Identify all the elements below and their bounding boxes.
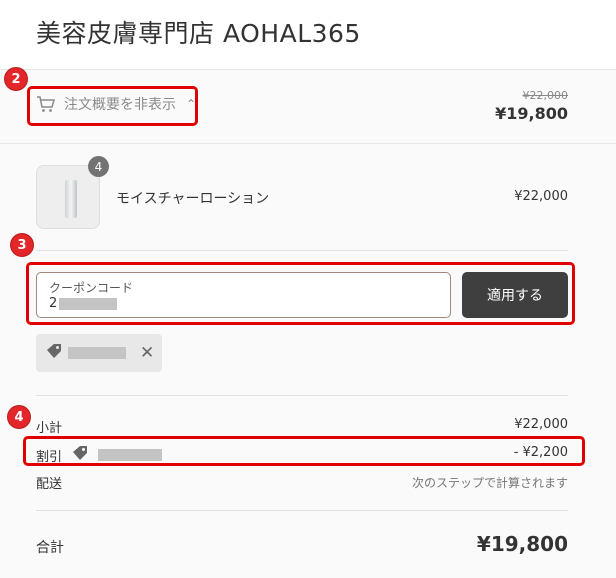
redacted-coupon-code: [68, 347, 126, 359]
divider: [36, 395, 568, 396]
store-title: 美容皮膚専門店 AOHAL365: [36, 19, 361, 48]
annotation-box-4: [23, 436, 585, 466]
quantity-badge: 4: [88, 156, 109, 177]
divider: [36, 250, 568, 251]
close-icon[interactable]: ✕: [140, 343, 154, 363]
total-label: 合計: [36, 540, 64, 556]
annotation-box-2: [27, 86, 198, 126]
divider: [36, 510, 568, 511]
total-value: ¥19,800: [476, 532, 568, 556]
product-name: モイスチャーローション: [116, 191, 270, 207]
original-price: ¥22,000: [522, 89, 569, 102]
annotation-box-3: [26, 262, 575, 325]
product-thumbnail: [36, 165, 100, 229]
shipping-value: 次のステップで計算されます: [411, 476, 568, 490]
product-price: ¥22,000: [514, 189, 568, 204]
annotation-badge-2: 2: [5, 68, 27, 90]
annotation-badge-3: 3: [11, 234, 33, 256]
shipping-label: 配送: [36, 477, 63, 492]
product-image: [65, 180, 77, 218]
tag-icon: [46, 343, 62, 363]
applied-coupon-tag: ✕: [36, 334, 162, 372]
store-header: 美容皮膚専門店 AOHAL365: [0, 0, 616, 70]
subtotal-label: 小計: [36, 421, 63, 436]
annotation-badge-4: 4: [8, 406, 30, 428]
subtotal-value: ¥22,000: [514, 417, 568, 432]
summary-total: ¥19,800: [495, 104, 568, 123]
